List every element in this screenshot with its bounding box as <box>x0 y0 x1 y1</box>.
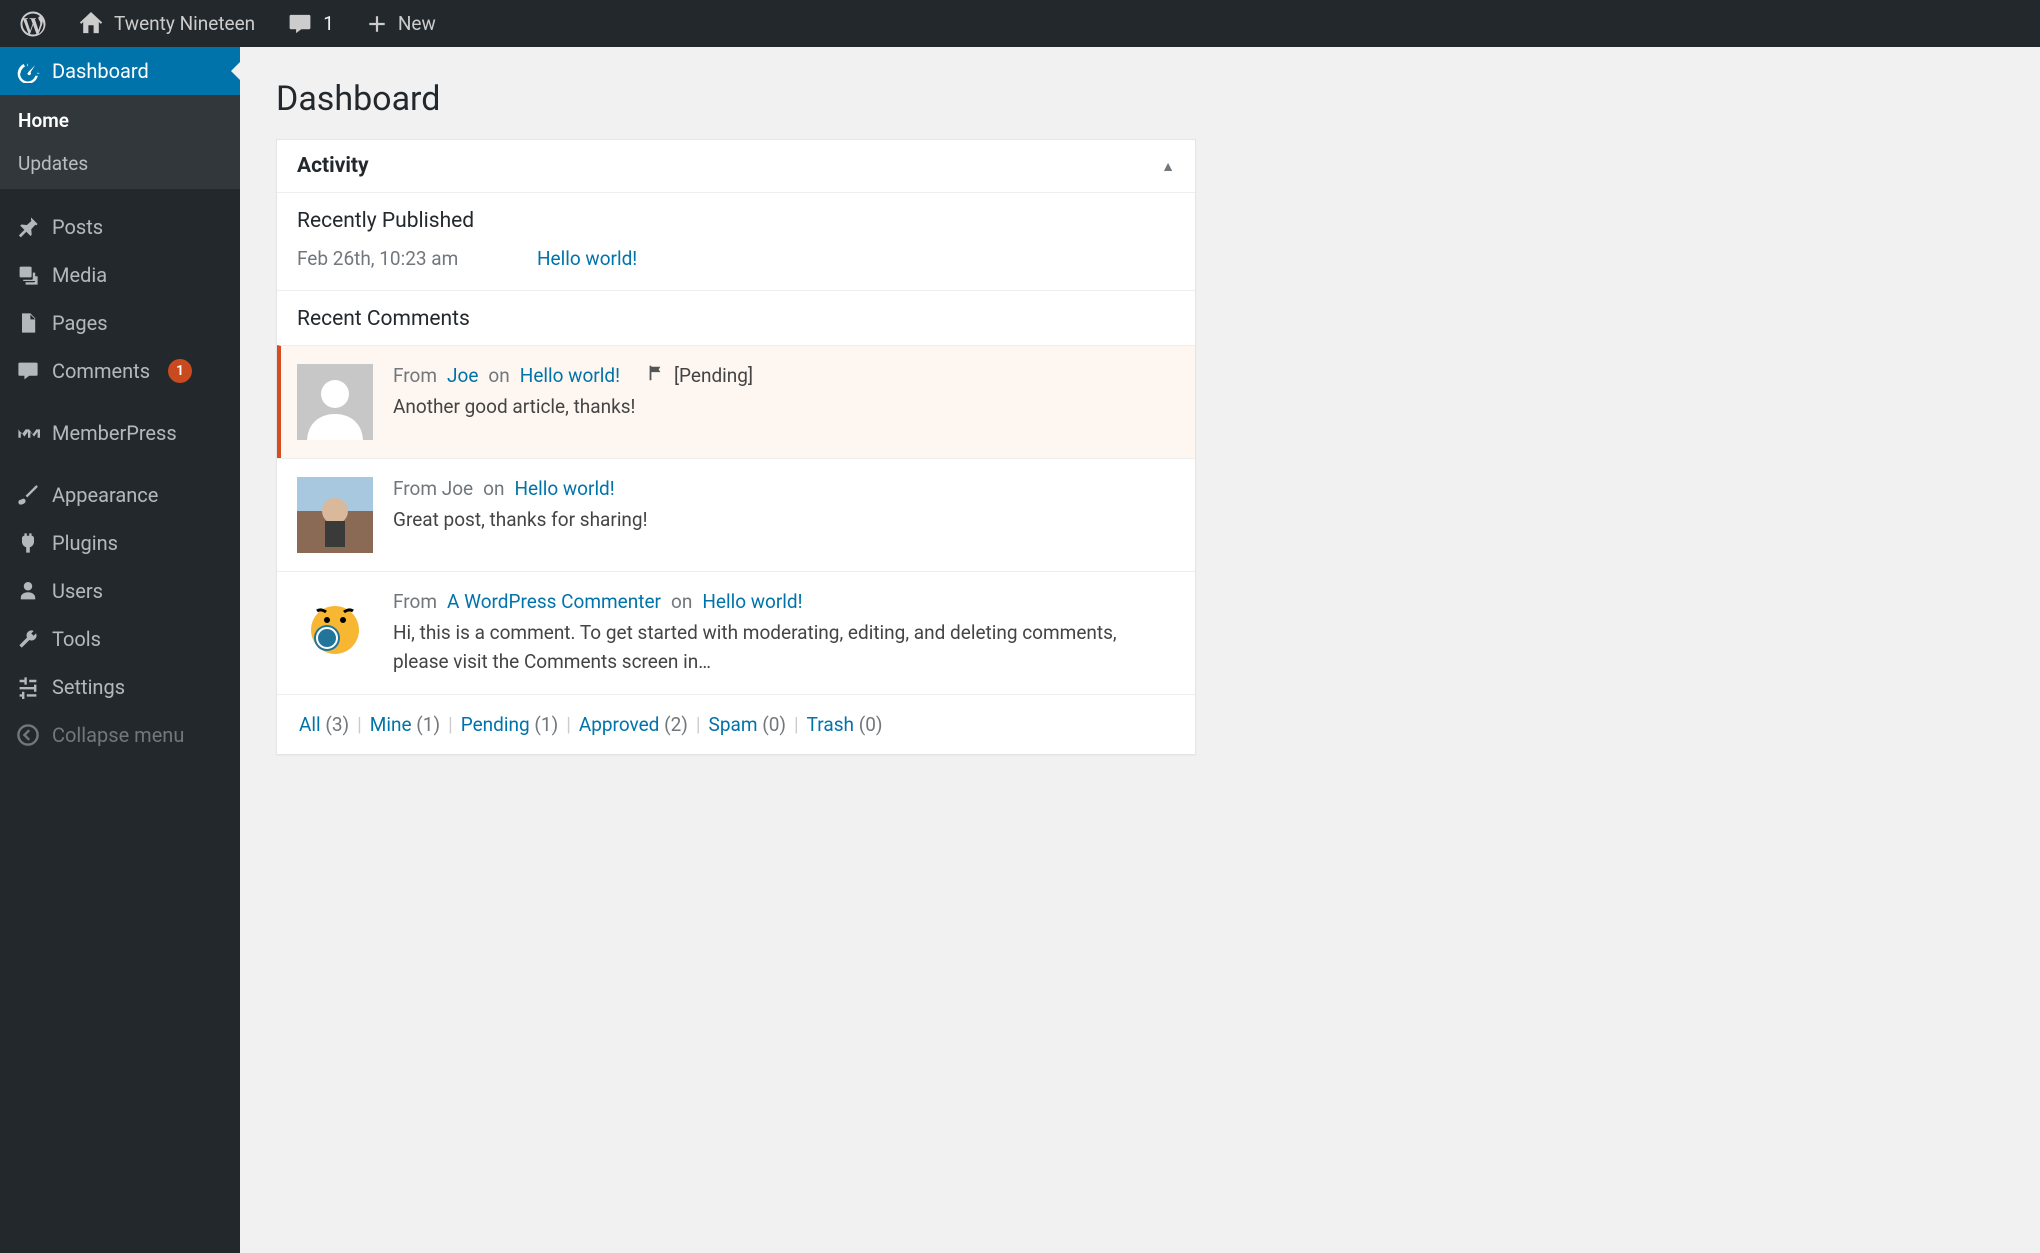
avatar <box>297 364 373 440</box>
wrench-icon <box>16 627 40 651</box>
comment-row: From Joe on Hello world! Great post, than… <box>277 458 1195 571</box>
filter-link[interactable]: Spam (0) <box>709 713 786 736</box>
comment-post-link[interactable]: Hello world! <box>520 364 620 387</box>
dashboard-icon <box>16 59 40 83</box>
published-post-link[interactable]: Hello world! <box>537 247 637 270</box>
admin-bar-comment-count: 1 <box>323 12 334 35</box>
comment-body: Hi, this is a comment. To get started wi… <box>393 619 1175 676</box>
page-title: Dashboard <box>276 79 2004 119</box>
published-date: Feb 26th, 10:23 am <box>297 247 537 270</box>
sidebar-item-settings[interactable]: Settings <box>0 663 240 711</box>
comment-post-link[interactable]: Hello world! <box>514 477 614 500</box>
flag-icon <box>646 364 664 387</box>
sidebar-item-tools[interactable]: Tools <box>0 615 240 663</box>
collapse-icon <box>16 723 40 747</box>
sidebar-item-appearance[interactable]: Appearance <box>0 471 240 519</box>
home-icon <box>78 11 104 37</box>
avatar <box>297 590 373 666</box>
sidebar-item-comments[interactable]: Comments 1 <box>0 347 240 395</box>
wordpress-logo-icon <box>20 11 46 37</box>
filter-link[interactable]: Mine (1) <box>370 713 440 736</box>
pending-label: [Pending] <box>674 364 753 387</box>
filter-link[interactable]: Trash (0) <box>807 713 883 736</box>
filter-separator: | <box>448 713 453 736</box>
filter-link[interactable]: Approved (2) <box>579 713 688 736</box>
filter-count: (0) <box>762 713 786 736</box>
sidebar-item-posts[interactable]: Posts <box>0 203 240 251</box>
activity-title: Activity <box>297 154 369 178</box>
admin-bar-new[interactable]: New <box>358 0 444 47</box>
avatar <box>297 477 373 553</box>
sidebar-sub-home[interactable]: Home <box>0 99 240 142</box>
comment-body: Another good article, thanks! <box>393 393 753 422</box>
pin-icon <box>16 215 40 239</box>
brush-icon <box>16 483 40 507</box>
filter-separator: | <box>794 713 799 736</box>
comment-icon <box>16 359 40 383</box>
pages-icon <box>16 311 40 335</box>
comment-on-word: on <box>483 477 504 500</box>
filter-count: (1) <box>416 713 440 736</box>
comment-meta: From A WordPress Commenter on Hello worl… <box>393 590 1175 613</box>
sliders-icon <box>16 675 40 699</box>
admin-bar-wp-logo[interactable] <box>12 0 54 47</box>
caret-up-icon: ▲ <box>1161 158 1175 175</box>
comment-from-prefix: From Joe <box>393 477 473 500</box>
sidebar-item-media[interactable]: Media <box>0 251 240 299</box>
sidebar-sub-updates[interactable]: Updates <box>0 142 240 185</box>
comment-on-word: on <box>671 590 692 613</box>
comment-from-prefix: From <box>393 364 437 387</box>
filter-link[interactable]: Pending (1) <box>461 713 558 736</box>
filter-separator: | <box>696 713 701 736</box>
admin-bar-site-link[interactable]: Twenty Nineteen <box>70 0 263 47</box>
sidebar-collapse[interactable]: Collapse menu <box>0 711 240 759</box>
comments-badge: 1 <box>168 359 192 383</box>
media-icon <box>16 263 40 287</box>
recently-published-title: Recently Published <box>277 193 1195 247</box>
comment-meta: From Joe on Hello world! <box>393 477 648 500</box>
admin-bar-site-name: Twenty Nineteen <box>114 12 255 35</box>
sidebar-item-pages[interactable]: Pages <box>0 299 240 347</box>
recent-comments-title: Recent Comments <box>277 291 1195 345</box>
filter-separator: | <box>566 713 571 736</box>
comment-post-link[interactable]: Hello world! <box>702 590 802 613</box>
user-icon <box>16 579 40 603</box>
filter-link[interactable]: All (3) <box>299 713 349 736</box>
admin-bar-comments[interactable]: 1 <box>279 0 342 47</box>
filter-count: (3) <box>325 713 349 736</box>
plug-icon <box>16 531 40 555</box>
admin-bar-new-label: New <box>398 12 436 35</box>
filter-separator: | <box>357 713 362 736</box>
activity-panel-toggle[interactable]: Activity ▲ <box>277 140 1195 193</box>
comment-on-word: on <box>488 364 509 387</box>
sidebar-label: Dashboard <box>52 59 149 83</box>
sidebar-item-users[interactable]: Users <box>0 567 240 615</box>
sidebar-item-plugins[interactable]: Plugins <box>0 519 240 567</box>
memberpress-icon <box>16 421 40 445</box>
comment-from-prefix: From <box>393 590 437 613</box>
plus-icon <box>366 13 388 35</box>
comment-row: From A WordPress Commenter on Hello worl… <box>277 571 1195 694</box>
sidebar-item-memberpress[interactable]: MemberPress <box>0 409 240 457</box>
sidebar-item-dashboard[interactable]: Dashboard <box>0 47 240 95</box>
comment-body: Great post, thanks for sharing! <box>393 506 648 535</box>
comment-author-link[interactable]: Joe <box>447 364 478 387</box>
comment-meta: From Joe on Hello world! [Pending] <box>393 364 753 387</box>
filter-count: (2) <box>664 713 688 736</box>
comment-row: From Joe on Hello world! [Pending] Another… <box>277 345 1195 458</box>
filter-count: (0) <box>859 713 883 736</box>
comment-author-link[interactable]: A WordPress Commenter <box>447 590 661 613</box>
activity-panel: Activity ▲ Recently Published Feb 26th, … <box>276 139 1196 755</box>
published-row: Feb 26th, 10:23 am Hello world! <box>277 247 1195 291</box>
filter-count: (1) <box>534 713 558 736</box>
comment-filters: All (3) | Mine (1) | Pending (1) | Approved (2… <box>277 694 1195 754</box>
comment-icon <box>287 11 313 37</box>
